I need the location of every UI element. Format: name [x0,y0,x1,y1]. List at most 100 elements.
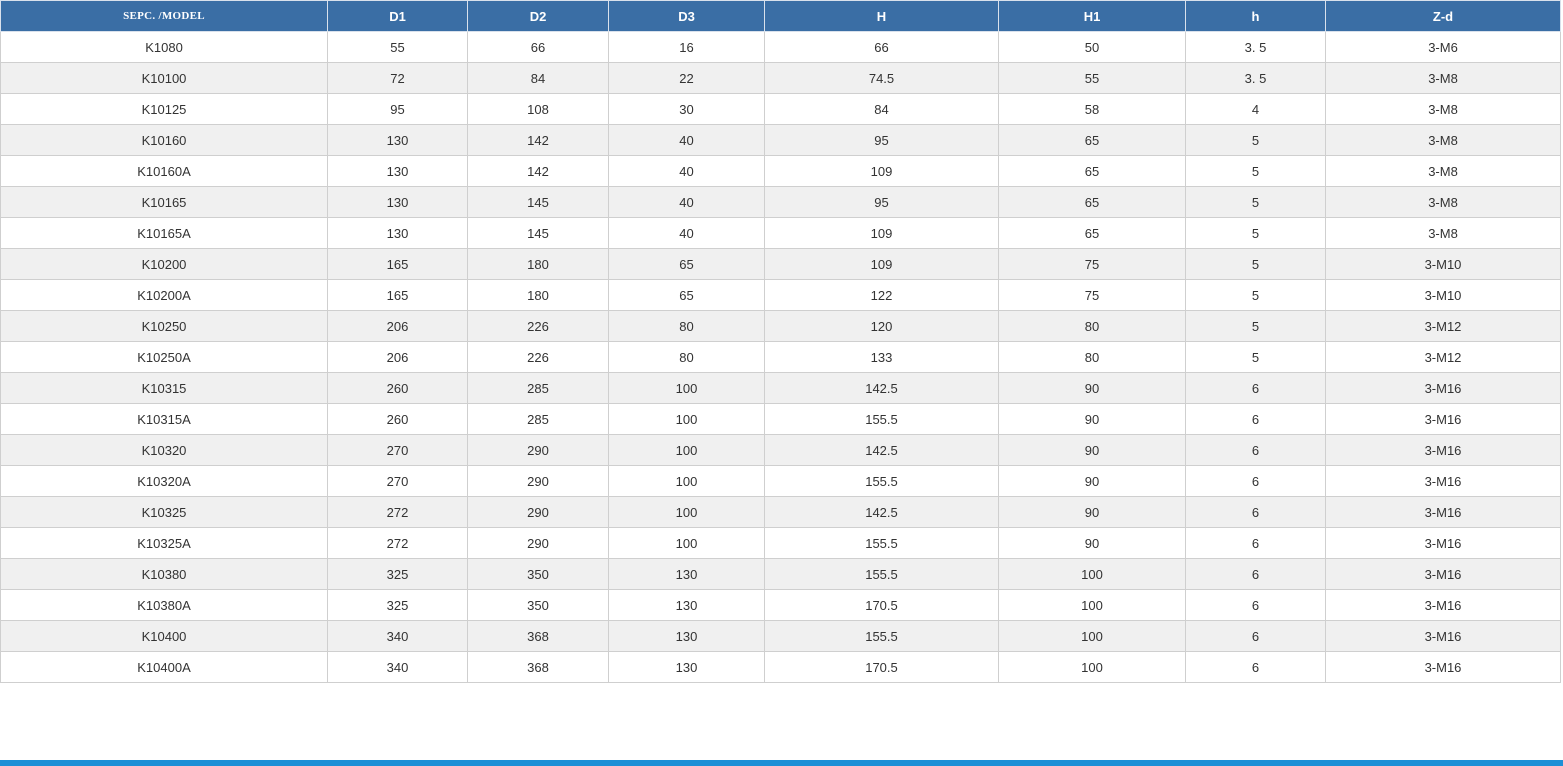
cell-d1: 340 [327,651,468,683]
cell-d3: 65 [608,279,765,311]
table-row: K10160A 130 142 40 109 65 5 3-M8 [0,155,1561,187]
table-row: K10315A 260 285 100 155.5 90 6 3-M16 [0,403,1561,435]
table-row: K1080 55 66 16 66 50 3. 5 3-M6 [0,31,1561,63]
cell-d1: 95 [327,93,468,125]
cell-d1: 270 [327,465,468,497]
cell-h-upper: 142.5 [764,496,999,528]
cell-h-lower: 5 [1185,124,1326,156]
cell-h-upper: 109 [764,155,999,187]
bottom-accent-bar [0,760,1563,766]
cell-h-upper: 66 [764,31,999,63]
cell-h-upper: 155.5 [764,403,999,435]
cell-d2: 66 [467,31,609,63]
cell-d2: 142 [467,124,609,156]
cell-h-lower: 5 [1185,310,1326,342]
cell-h1: 100 [998,558,1186,590]
cell-model: K10125 [0,93,328,125]
cell-d2: 285 [467,372,609,404]
table-row: K10250 206 226 80 120 80 5 3-M12 [0,310,1561,342]
cell-z-d: 3-M12 [1325,341,1561,373]
cell-z-d: 3-M6 [1325,31,1561,63]
cell-z-d: 3-M10 [1325,279,1561,311]
table-row: K10125 95 108 30 84 58 4 3-M8 [0,93,1561,125]
cell-d1: 55 [327,31,468,63]
cell-z-d: 3-M8 [1325,62,1561,94]
spec-table: SEPC. /MODEL D1 D2 D3 H H1 h Z-d K1080 55… [0,0,1561,683]
cell-d3: 130 [608,558,765,590]
cell-model: K10165 [0,186,328,218]
cell-h-lower: 4 [1185,93,1326,125]
cell-h1: 65 [998,217,1186,249]
cell-d3: 100 [608,434,765,466]
cell-h-lower: 5 [1185,341,1326,373]
cell-h-upper: 95 [764,124,999,156]
cell-d3: 100 [608,372,765,404]
table-row: K10380A 325 350 130 170.5 100 6 3-M16 [0,589,1561,621]
cell-d3: 22 [608,62,765,94]
cell-d1: 130 [327,217,468,249]
cell-h-upper: 74.5 [764,62,999,94]
cell-h-upper: 109 [764,217,999,249]
header-row: SEPC. /MODEL D1 D2 D3 H H1 h Z-d [0,0,1561,32]
cell-model: K10315 [0,372,328,404]
cell-d1: 340 [327,620,468,652]
cell-d3: 130 [608,620,765,652]
cell-h-upper: 120 [764,310,999,342]
cell-h-lower: 6 [1185,558,1326,590]
cell-h-lower: 5 [1185,186,1326,218]
cell-h1: 75 [998,279,1186,311]
cell-d3: 40 [608,186,765,218]
cell-h1: 55 [998,62,1186,94]
cell-model: K10320A [0,465,328,497]
table-row: K10380 325 350 130 155.5 100 6 3-M16 [0,558,1561,590]
cell-z-d: 3-M16 [1325,589,1561,621]
cell-h-upper: 155.5 [764,465,999,497]
cell-d3: 100 [608,403,765,435]
cell-model: K10250A [0,341,328,373]
table-row: K10320 270 290 100 142.5 90 6 3-M16 [0,434,1561,466]
cell-d3: 16 [608,31,765,63]
cell-h1: 75 [998,248,1186,280]
header-h1: H1 [998,0,1186,32]
cell-d2: 142 [467,155,609,187]
cell-d1: 206 [327,310,468,342]
cell-h-upper: 133 [764,341,999,373]
cell-d1: 325 [327,589,468,621]
cell-h-lower: 5 [1185,279,1326,311]
cell-model: K10325 [0,496,328,528]
cell-d3: 130 [608,651,765,683]
cell-h1: 100 [998,589,1186,621]
cell-h1: 65 [998,155,1186,187]
cell-model: K10325A [0,527,328,559]
cell-h1: 90 [998,527,1186,559]
cell-model: K10320 [0,434,328,466]
cell-z-d: 3-M8 [1325,217,1561,249]
cell-d1: 130 [327,155,468,187]
cell-h-lower: 6 [1185,403,1326,435]
cell-h-lower: 3. 5 [1185,31,1326,63]
cell-h-upper: 122 [764,279,999,311]
cell-d1: 325 [327,558,468,590]
cell-d1: 260 [327,403,468,435]
cell-h-upper: 109 [764,248,999,280]
cell-model: K10250 [0,310,328,342]
cell-d2: 290 [467,527,609,559]
cell-h-upper: 84 [764,93,999,125]
cell-z-d: 3-M16 [1325,651,1561,683]
cell-z-d: 3-M16 [1325,558,1561,590]
cell-d1: 165 [327,248,468,280]
cell-h-upper: 155.5 [764,527,999,559]
cell-h-upper: 155.5 [764,620,999,652]
cell-d2: 368 [467,651,609,683]
cell-d3: 80 [608,310,765,342]
cell-d1: 165 [327,279,468,311]
table-row: K10315 260 285 100 142.5 90 6 3-M16 [0,372,1561,404]
cell-d3: 80 [608,341,765,373]
cell-z-d: 3-M8 [1325,186,1561,218]
cell-z-d: 3-M12 [1325,310,1561,342]
cell-d2: 350 [467,589,609,621]
cell-h-lower: 5 [1185,248,1326,280]
cell-model: K10315A [0,403,328,435]
cell-h1: 80 [998,341,1186,373]
table-row: K10165 130 145 40 95 65 5 3-M8 [0,186,1561,218]
